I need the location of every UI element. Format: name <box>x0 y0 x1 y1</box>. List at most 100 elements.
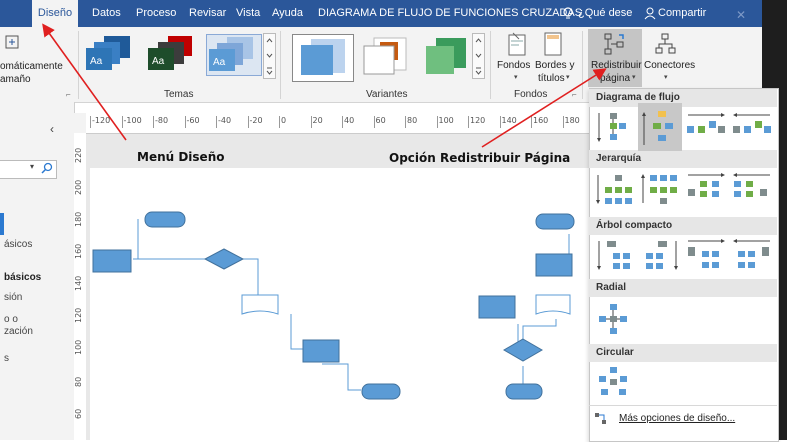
layout-hierarchy-bottom-top[interactable] <box>638 171 682 207</box>
chevron-down-icon[interactable]: ▾ <box>30 162 34 171</box>
connectors-button[interactable]: Conectores <box>644 60 695 71</box>
ruler-tick: -40 <box>216 116 231 128</box>
flow-process <box>302 339 340 363</box>
layout-hierarchy-right-left[interactable] <box>730 171 774 207</box>
ruler-tick: 120 <box>74 307 83 323</box>
close-icon[interactable]: ✕ <box>736 8 746 22</box>
search-icon[interactable] <box>41 162 53 174</box>
connectors-icon[interactable] <box>654 32 678 56</box>
layout-options-icon <box>594 412 608 426</box>
ruler-tick: 180 <box>562 116 580 128</box>
tab-diseno[interactable]: Diseño <box>32 0 78 27</box>
ruler-tick: 100 <box>436 116 454 128</box>
layout-flow-top-bottom[interactable] <box>593 109 637 145</box>
borders-titles-icon[interactable] <box>542 31 564 57</box>
tab-ayuda[interactable]: Ayuda <box>272 0 303 27</box>
layout-compact-tree-2[interactable] <box>638 237 682 273</box>
stencil-item[interactable]: zación <box>4 326 33 337</box>
flow-terminator <box>144 211 186 228</box>
theme-3-selected[interactable]: Aa <box>206 34 262 76</box>
layout-compact-tree-1[interactable] <box>593 237 637 273</box>
ruler-tick: 100 <box>74 339 83 355</box>
flow-terminator <box>361 383 401 400</box>
tab-revisar[interactable]: Revisar <box>189 0 226 27</box>
flow-process <box>535 253 573 277</box>
shapes-panel <box>0 102 75 440</box>
relayout-icon <box>603 32 627 56</box>
stencil-item[interactable]: sión <box>4 292 22 303</box>
lightbulb-icon[interactable] <box>561 6 575 20</box>
annotation-menu: Menú Diseño <box>137 150 225 164</box>
layout-flow-bottom-top[interactable] <box>638 103 682 151</box>
chevron-down-icon[interactable]: ▾ <box>566 73 570 81</box>
ruler-tick: 200 <box>74 179 83 195</box>
more-layout-options-link[interactable]: Más opciones de diseño... <box>619 413 735 424</box>
autosize-label[interactable]: omáticamente <box>0 61 63 72</box>
theme-2[interactable]: Aa <box>146 34 202 74</box>
themes-scroll[interactable] <box>263 33 276 79</box>
chevron-down-icon[interactable]: ▾ <box>514 73 518 81</box>
gallery-section-hierarchy: Jerarquía <box>589 150 777 168</box>
ruler-tick: -100 <box>121 116 142 128</box>
ruler-tick: 80 <box>405 116 417 128</box>
dialog-launcher-icon[interactable]: ⌐ <box>572 90 577 99</box>
relayout-label-2: página <box>600 73 631 84</box>
selected-stencil-marker <box>0 213 4 235</box>
ruler-tick: 180 <box>74 211 83 227</box>
ruler-tick: 120 <box>468 116 485 128</box>
theme-1[interactable]: Aa <box>84 34 140 74</box>
tab-vista[interactable]: Vista <box>236 0 260 27</box>
stencil-item[interactable]: ásicos <box>4 239 32 250</box>
borders-titles-label-2: títulos <box>538 73 565 84</box>
variant-2[interactable] <box>356 34 416 80</box>
chevron-down-icon: ▾ <box>632 74 636 81</box>
annotation-option: Opción Redistribuir Página <box>389 151 571 165</box>
borders-titles-button[interactable]: Bordes y <box>535 60 574 71</box>
tab-proceso[interactable]: Proceso <box>136 0 176 27</box>
flow-process <box>478 295 516 319</box>
gallery-section-compact-tree: Árbol compacto <box>589 217 777 235</box>
ruler-tick: 40 <box>342 116 354 128</box>
variants-scroll[interactable] <box>472 33 485 79</box>
autosize-icon[interactable] <box>4 34 20 50</box>
ruler-tick: -20 <box>247 116 263 128</box>
ruler-tick: -60 <box>184 116 200 128</box>
tell-me-search[interactable]: ¿Qué dese <box>578 0 632 27</box>
stencil-item[interactable]: básicos <box>4 272 41 283</box>
variant-1[interactable] <box>292 34 354 82</box>
gallery-section-flowchart: Diagrama de flujo <box>589 89 777 107</box>
stencil-item[interactable]: o o <box>4 314 18 325</box>
stencil-item[interactable]: s <box>4 353 9 364</box>
layout-flow-right-left[interactable] <box>730 109 774 145</box>
layout-flow-left-right[interactable] <box>684 109 728 145</box>
layout-hierarchy-top-bottom[interactable] <box>593 171 637 207</box>
collapse-panel-icon[interactable]: ‹ <box>50 122 54 136</box>
layout-hierarchy-left-right[interactable] <box>684 171 728 207</box>
group-label-variantes: Variantes <box>366 89 408 100</box>
layout-radial[interactable] <box>593 301 637 337</box>
flow-document <box>535 294 571 315</box>
ruler-tick: 160 <box>74 243 83 259</box>
layout-compact-tree-3[interactable] <box>684 237 728 273</box>
flow-terminator <box>535 213 575 230</box>
flow-document <box>241 294 279 315</box>
autosize-label-2: amaño <box>0 74 31 85</box>
gallery-section-radial: Radial <box>589 279 777 297</box>
relayout-label: Redistribuir <box>591 60 642 71</box>
ruler-corner <box>74 113 86 133</box>
dialog-launcher-icon[interactable]: ⌐ <box>66 90 71 99</box>
layout-compact-tree-4[interactable] <box>730 237 774 273</box>
backgrounds-icon[interactable] <box>505 31 529 57</box>
document-title: DIAGRAMA DE FLUJO DE FUNCIONES CRUZADAS <box>318 7 583 19</box>
flow-process <box>92 249 132 273</box>
share-button[interactable]: Compartir <box>658 0 706 27</box>
group-label-fondos: Fondos <box>514 89 548 100</box>
layout-circular[interactable] <box>593 364 637 400</box>
svg-text:Aa: Aa <box>90 56 103 67</box>
ruler-tick: 60 <box>373 116 386 128</box>
tab-datos[interactable]: Datos <box>92 0 121 27</box>
svg-text:Aa: Aa <box>213 57 226 68</box>
chevron-down-icon[interactable]: ▾ <box>664 73 668 81</box>
variant-3[interactable] <box>416 34 476 80</box>
backgrounds-button[interactable]: Fondos <box>497 60 530 71</box>
